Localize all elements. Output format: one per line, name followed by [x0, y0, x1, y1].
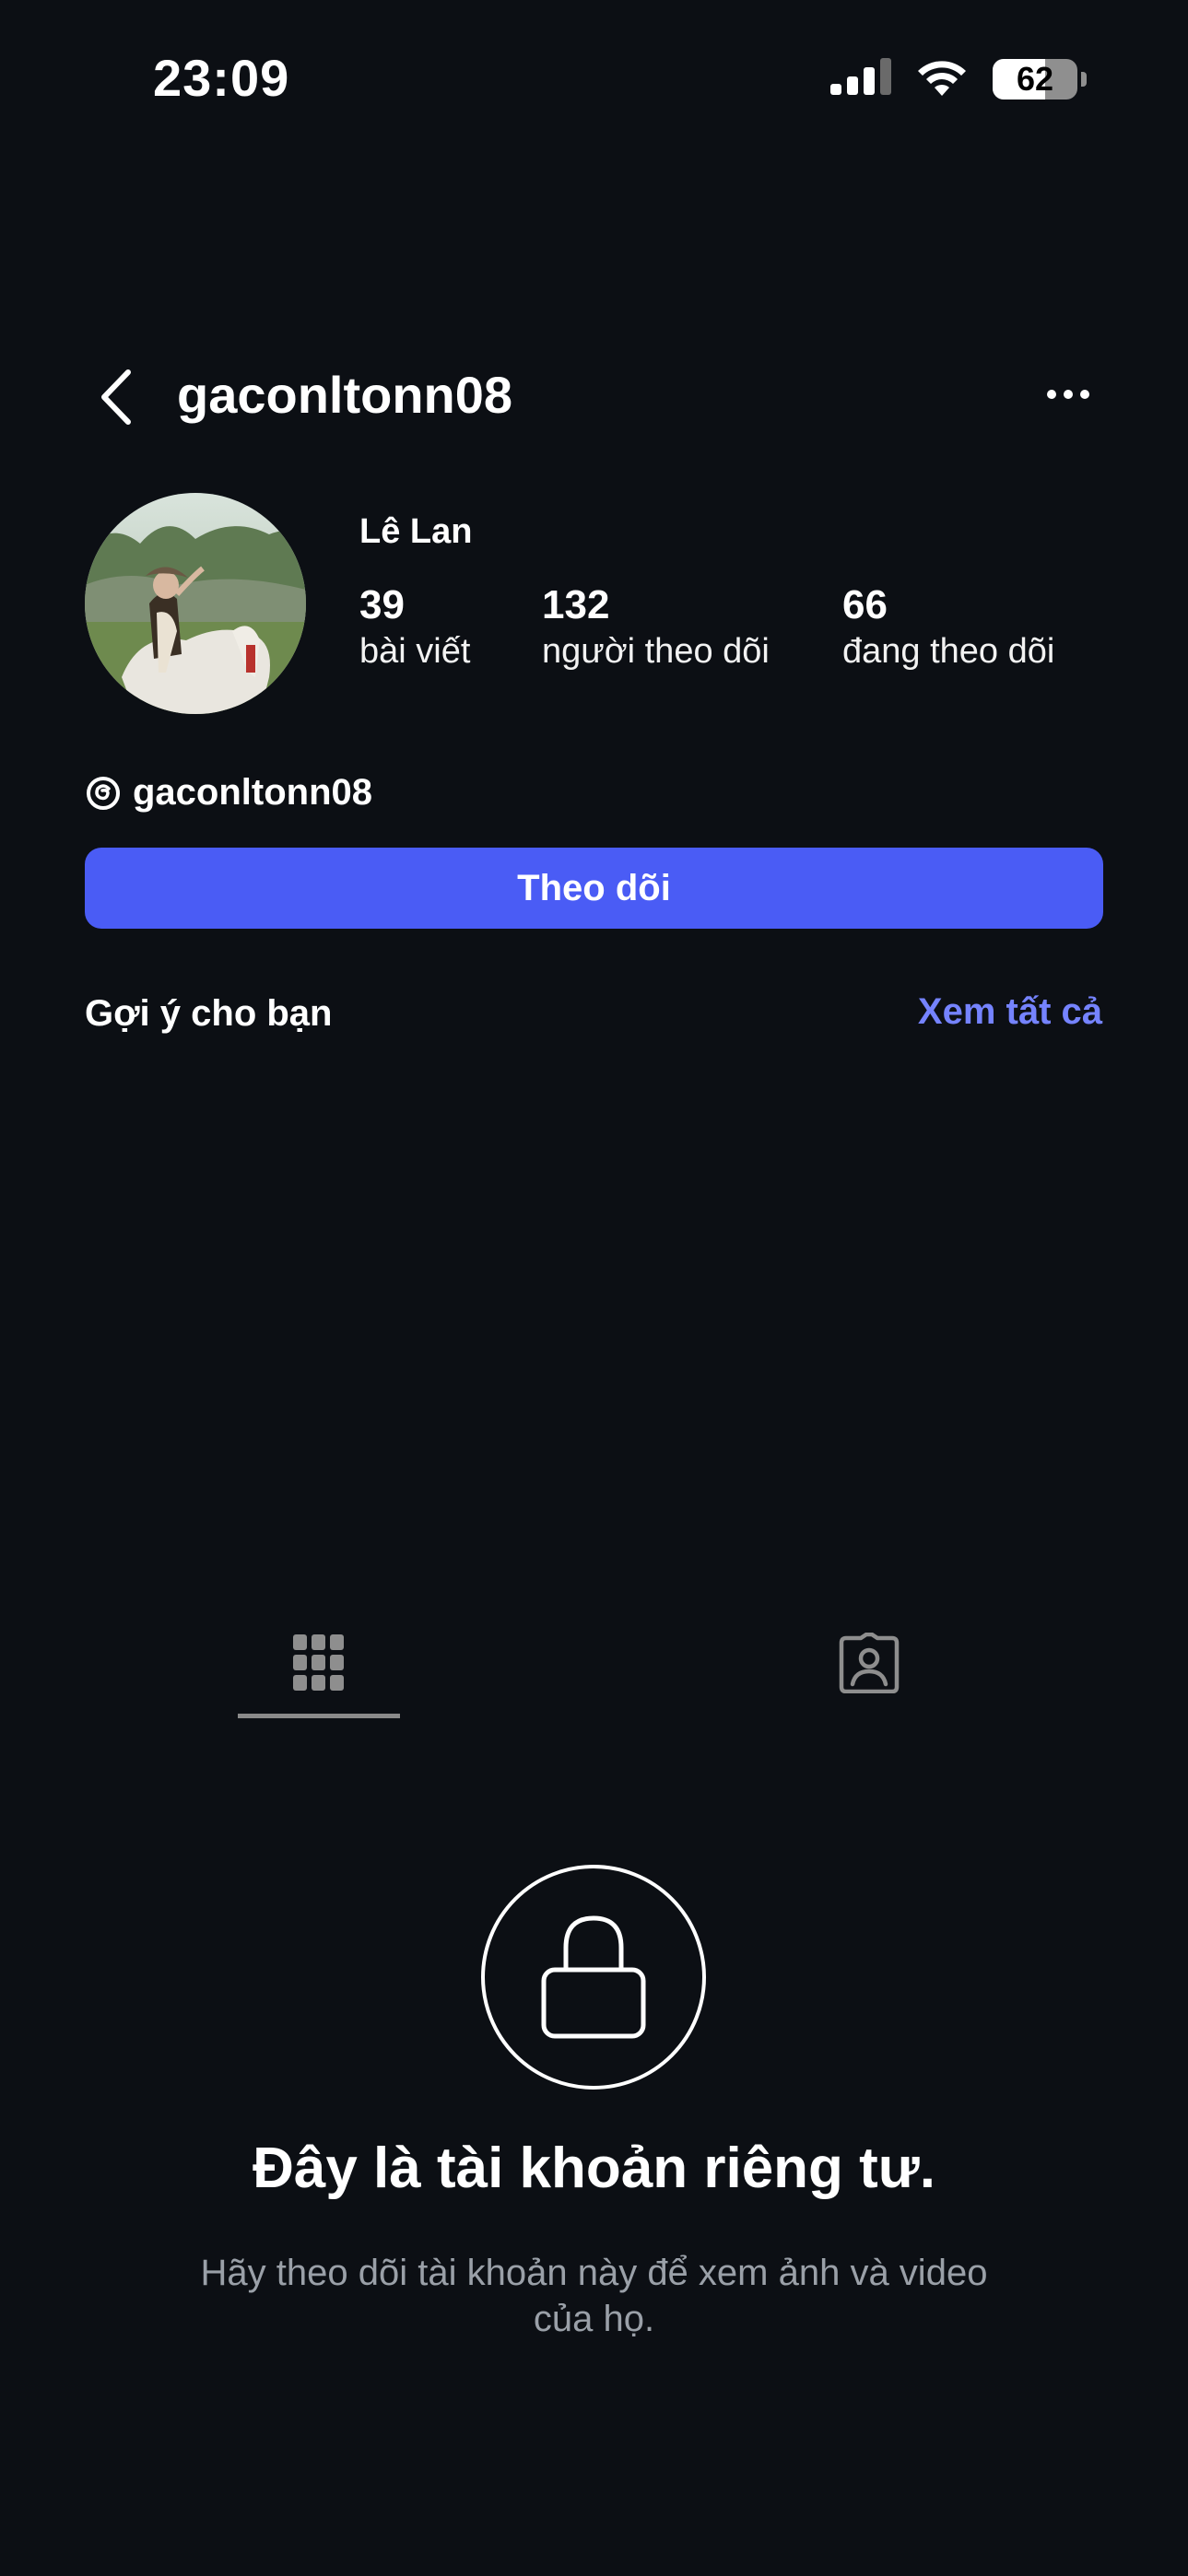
tab-tagged[interactable] — [818, 1622, 920, 1714]
wifi-icon — [915, 57, 969, 100]
status-time: 23:09 — [153, 49, 290, 107]
following-label: đang theo dõi — [842, 632, 1055, 671]
active-tab-indicator — [238, 1714, 400, 1718]
battery-icon: 62 — [993, 58, 1077, 100]
following-count: 66 — [842, 582, 888, 627]
avatar[interactable] — [85, 493, 306, 714]
chevron-left-icon — [101, 369, 131, 425]
lock-icon — [541, 1915, 646, 2039]
grid-icon — [293, 1634, 344, 1691]
battery-level: 62 — [1016, 59, 1054, 98]
private-account-subtitle: Hãy theo dõi tài khoản này để xem ảnh và… — [200, 2253, 988, 2339]
tagged-icon — [839, 1633, 900, 1693]
followers-count: 132 — [542, 582, 610, 627]
followers-label: người theo dõi — [542, 632, 770, 671]
private-account-title: Đây là tài khoản riêng tư. — [253, 2137, 935, 2200]
stat-followers[interactable]: 132 người theo dõi — [542, 582, 770, 672]
posts-label: bài viết — [359, 632, 471, 671]
posts-count: 39 — [359, 582, 405, 627]
status-icons: 62 — [830, 57, 1087, 100]
stat-posts[interactable]: 39 bài viết — [359, 582, 470, 672]
lock-circle — [481, 1865, 706, 2090]
threads-icon — [87, 776, 120, 810]
stat-following[interactable]: 66 đang theo dõi — [842, 582, 1054, 672]
full-name: Lê Lan — [359, 512, 473, 551]
back-button[interactable] — [92, 365, 140, 429]
ellipsis-icon — [1047, 390, 1089, 399]
threads-handle: gaconltonn08 — [133, 772, 373, 813]
tab-posts-grid[interactable] — [238, 1622, 400, 1723]
follow-button[interactable]: Theo dõi — [85, 848, 1103, 929]
page-title: gaconltonn08 — [177, 366, 513, 424]
signal-icon — [830, 58, 891, 100]
see-all-link[interactable]: Xem tất cả — [918, 991, 1102, 1033]
suggestions-title: Gợi ý cho bạn — [85, 993, 333, 1034]
more-options-button[interactable] — [1041, 376, 1096, 413]
threads-link[interactable]: gaconltonn08 — [85, 772, 372, 814]
